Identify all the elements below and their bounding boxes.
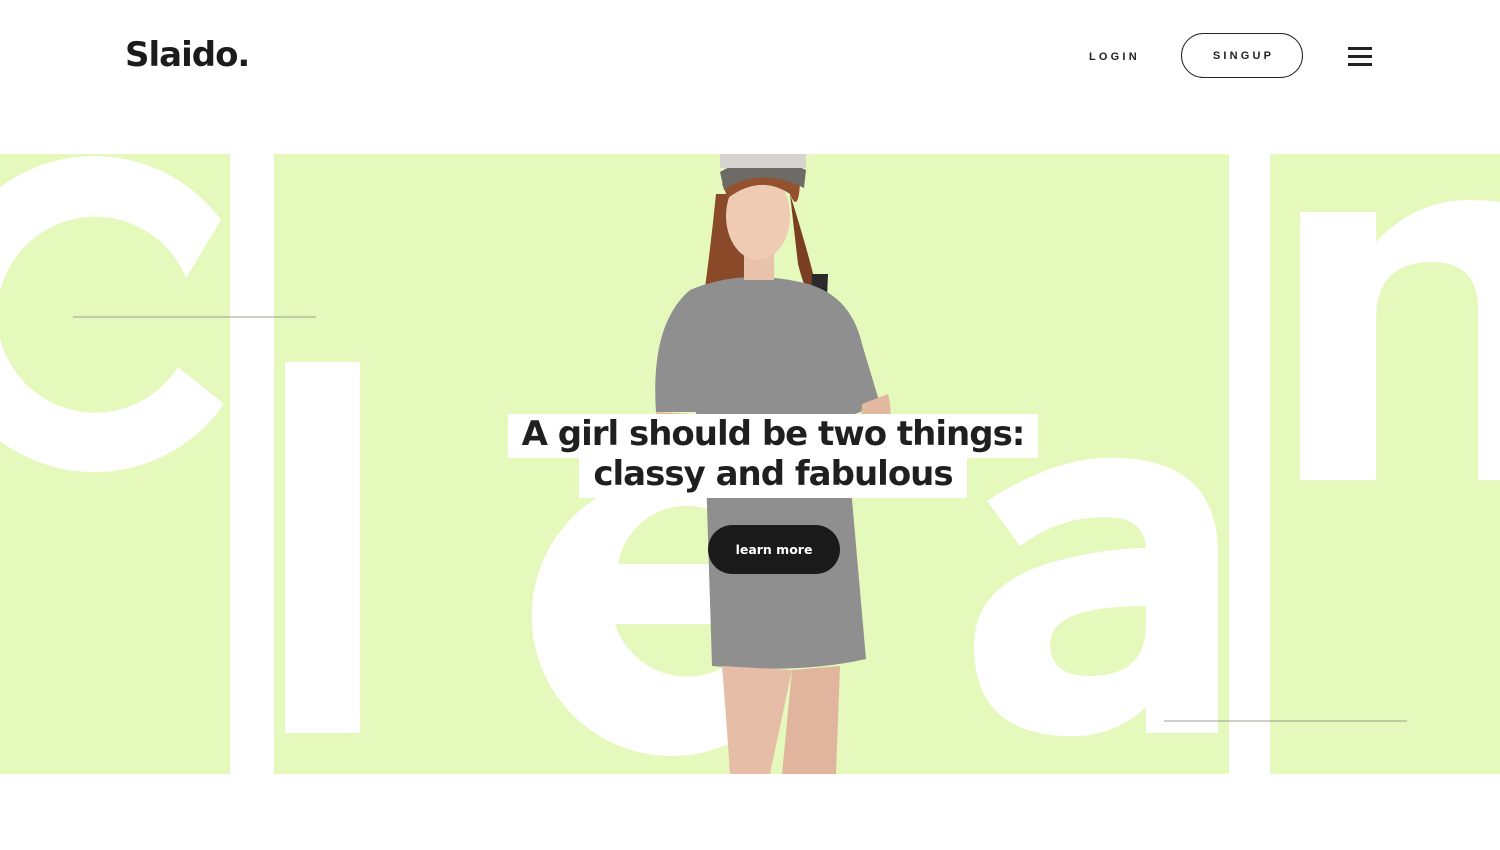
hero-headline-line1: A girl should be two things: xyxy=(507,414,1039,458)
signup-button[interactable]: SINGUP xyxy=(1181,33,1303,78)
brand-logo[interactable]: Slaido. xyxy=(125,38,250,72)
hero-section: A girl should be two things: classy and … xyxy=(0,154,1500,774)
hamburger-menu-icon[interactable] xyxy=(1344,43,1376,71)
login-link[interactable]: LOGIN xyxy=(1089,50,1140,64)
learn-more-button[interactable]: learn more xyxy=(708,525,840,574)
hero-headline-line2: classy and fabulous xyxy=(579,454,967,498)
landing-page: Slaido. LOGIN SINGUP A girl should be tw… xyxy=(0,0,1500,850)
hero-headline: A girl should be two things: classy and … xyxy=(0,414,1500,498)
letter-a xyxy=(974,457,1218,737)
